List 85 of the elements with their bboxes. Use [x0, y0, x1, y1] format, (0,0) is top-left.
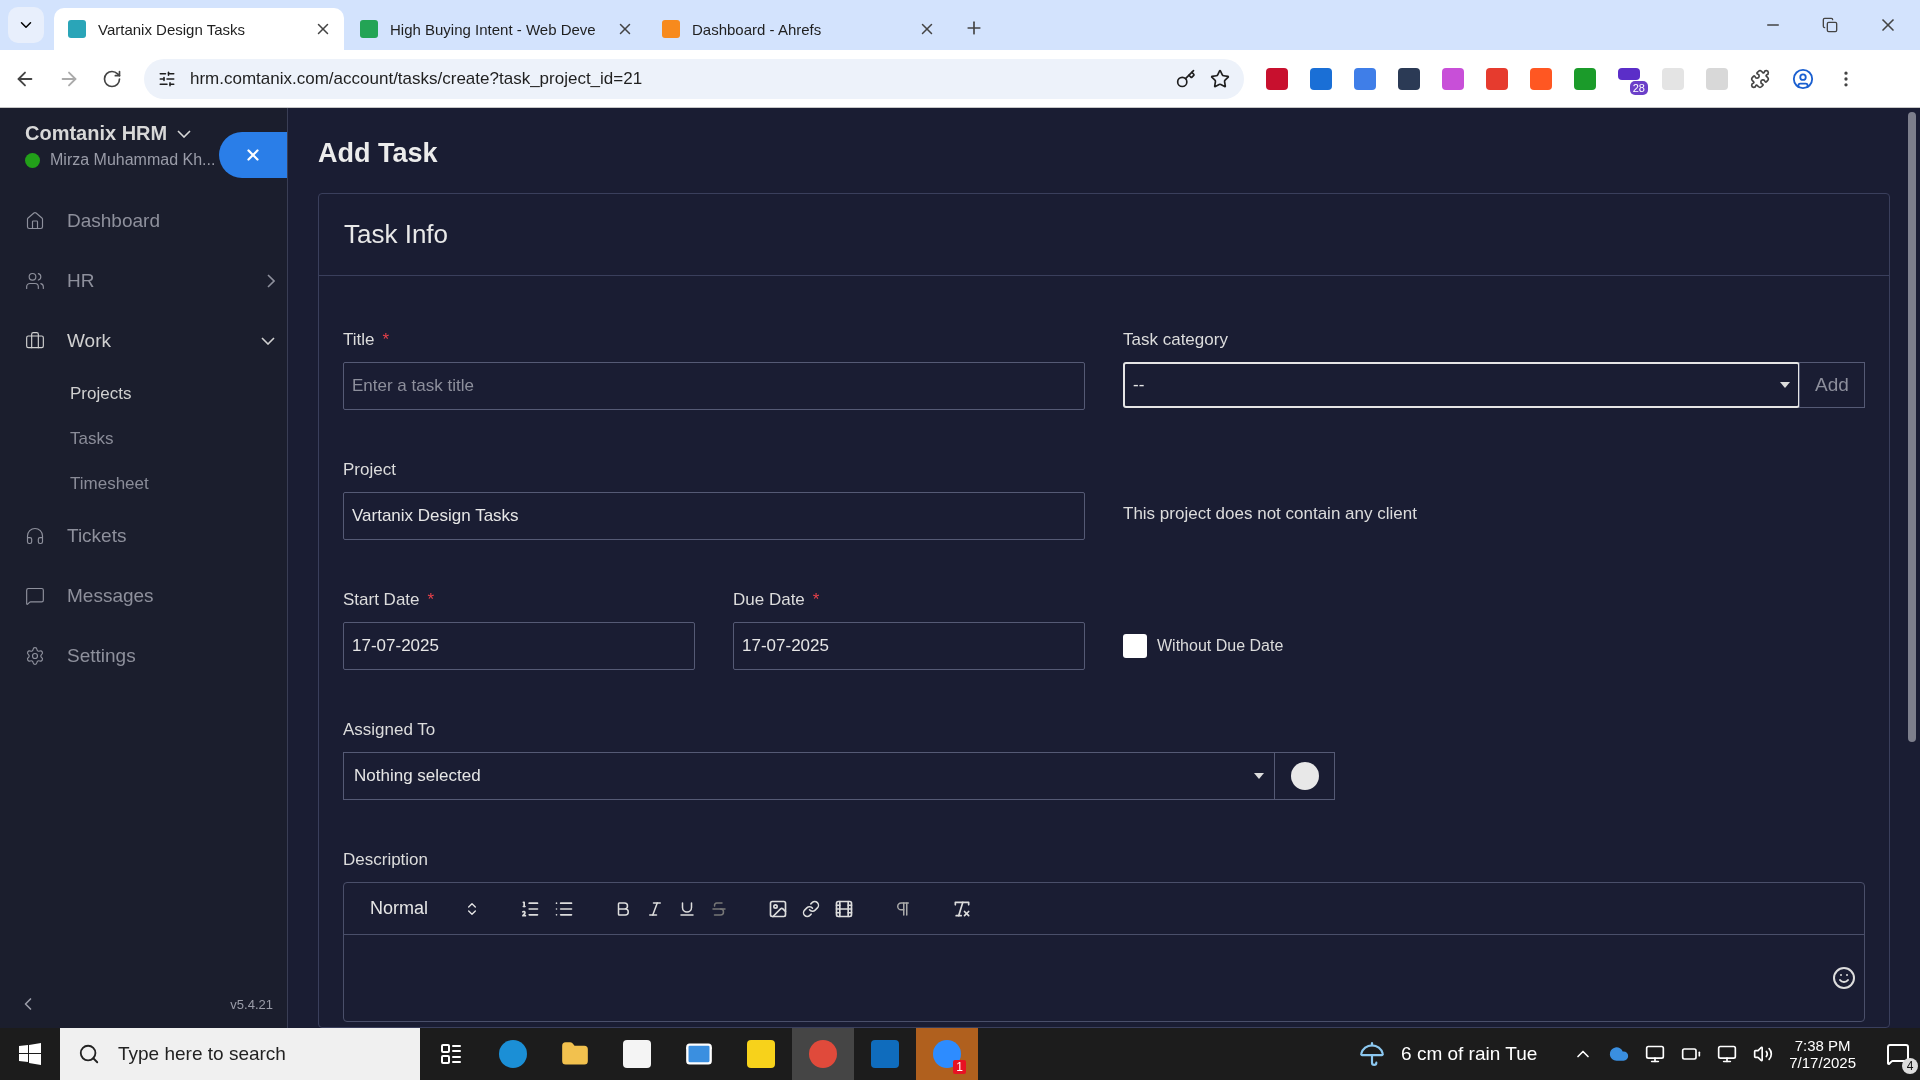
nav-item[interactable]: Settings — [0, 626, 287, 686]
chevron-down-icon — [177, 129, 192, 138]
key-icon — [1176, 68, 1196, 89]
notification-count: 4 — [1902, 1058, 1918, 1074]
headset-icon — [25, 526, 45, 546]
cloud-icon — [1609, 1044, 1630, 1064]
nav-subitem[interactable]: Timesheet — [70, 473, 149, 494]
close-icon — [244, 146, 262, 164]
checkbox[interactable] — [1123, 634, 1147, 658]
text-direction-icon[interactable] — [894, 899, 912, 918]
briefcase-icon — [25, 331, 45, 351]
nav-subitem[interactable]: Tasks — [70, 428, 114, 449]
checkbox-label: Without Due Date — [1157, 637, 1284, 655]
field-label: Start Date * — [343, 590, 436, 610]
zoom-app-icon[interactable]: 1 — [916, 1028, 978, 1080]
add-button[interactable]: Add — [1799, 362, 1865, 408]
avatar-button[interactable] — [1275, 752, 1335, 800]
project-input[interactable]: Vartanix Design Tasks — [343, 492, 1085, 540]
user-name: Mirza Muhammad Kh... — [50, 151, 216, 169]
bookmark-star-icon — [1210, 68, 1230, 89]
volume-icon — [1753, 1044, 1774, 1064]
network-icon — [1717, 1044, 1738, 1064]
client-note: This project does not contain any client — [1123, 504, 1418, 524]
field-label: Assigned To — [343, 720, 437, 740]
format-select[interactable]: Normal — [364, 897, 486, 920]
field-label: Title * — [343, 330, 391, 350]
reload-icon[interactable] — [102, 68, 122, 89]
image-icon[interactable] — [768, 898, 788, 919]
field-label: Task category — [1123, 330, 1229, 350]
gear-icon — [25, 646, 45, 666]
browser-tab[interactable]: Dashboard - Ahrefs — [648, 8, 948, 50]
title-input[interactable]: Enter a task title — [343, 362, 1085, 410]
display-icon — [1645, 1044, 1666, 1064]
italic-icon[interactable] — [646, 899, 664, 918]
chevron-down-icon — [261, 337, 275, 345]
nav-item[interactable]: Messages — [0, 566, 287, 626]
restore-icon[interactable] — [1822, 17, 1838, 33]
link-icon[interactable] — [802, 899, 820, 918]
extension-icon[interactable] — [1618, 67, 1640, 80]
version-label: v5.4.21 — [230, 996, 273, 1012]
profile-icon[interactable] — [1792, 67, 1814, 90]
nav-item[interactable]: Dashboard — [0, 191, 287, 251]
description-editor[interactable]: Normal — [343, 882, 1865, 1022]
video-icon[interactable] — [834, 898, 854, 919]
nav-item[interactable]: HR — [0, 251, 287, 311]
field-label: Project — [343, 460, 397, 480]
start-date-input[interactable]: 17-07-2025 — [343, 622, 695, 670]
search-icon — [78, 1043, 100, 1065]
nav-subitem[interactable]: Projects — [70, 383, 132, 404]
scrollbar[interactable] — [1908, 112, 1916, 742]
field-label: Due Date * — [733, 590, 821, 610]
extension-badge: 28 — [1629, 80, 1648, 95]
weather-text[interactable]: 6 cm of rain Tue — [1401, 1043, 1538, 1065]
chevron-right-icon — [267, 274, 275, 288]
site-icon — [68, 20, 86, 38]
extension-icon[interactable] — [1574, 67, 1596, 90]
umbrella-icon — [1359, 1041, 1386, 1067]
field-label: Description — [343, 850, 430, 870]
caret-icon — [1780, 382, 1790, 388]
extensions-icon[interactable] — [1750, 68, 1770, 89]
users-icon — [25, 271, 45, 291]
close-sidebar-button[interactable] — [219, 132, 287, 178]
clock[interactable]: 7:38 PM 7/17/2025 — [1789, 1037, 1856, 1071]
home-icon — [25, 211, 45, 231]
message-icon — [25, 586, 45, 606]
category-select[interactable]: -- — [1123, 362, 1800, 408]
nav-item[interactable]: Tickets — [0, 506, 287, 566]
address-bar[interactable]: hrm.comtanix.com/account/tasks/create?task_project_id=21 — [144, 58, 1244, 99]
app-badge: 1 — [953, 1060, 966, 1074]
site-icon — [360, 20, 378, 38]
due-date-input[interactable]: 17-07-2025 — [733, 622, 1085, 670]
page-title: Add Task — [318, 138, 439, 169]
assignee-select[interactable]: Nothing selected — [343, 752, 1275, 800]
underline-icon[interactable] — [678, 899, 696, 918]
site-info-icon — [158, 69, 176, 88]
caret-icon — [1254, 773, 1264, 779]
browser-tab[interactable]: Vartanix Design Tasks — [54, 8, 344, 50]
taskbar-search[interactable]: Type here to search — [60, 1028, 420, 1080]
browser-tab[interactable]: High Buying Intent - Web Deve — [346, 8, 646, 50]
site-icon — [662, 20, 680, 38]
card-title: Task Info — [344, 219, 449, 250]
brand-name: Comtanix HRM — [25, 122, 168, 145]
strikethrough-icon[interactable] — [710, 899, 728, 918]
nav-item[interactable]: Work — [0, 311, 287, 371]
avatar-icon — [1290, 762, 1319, 790]
